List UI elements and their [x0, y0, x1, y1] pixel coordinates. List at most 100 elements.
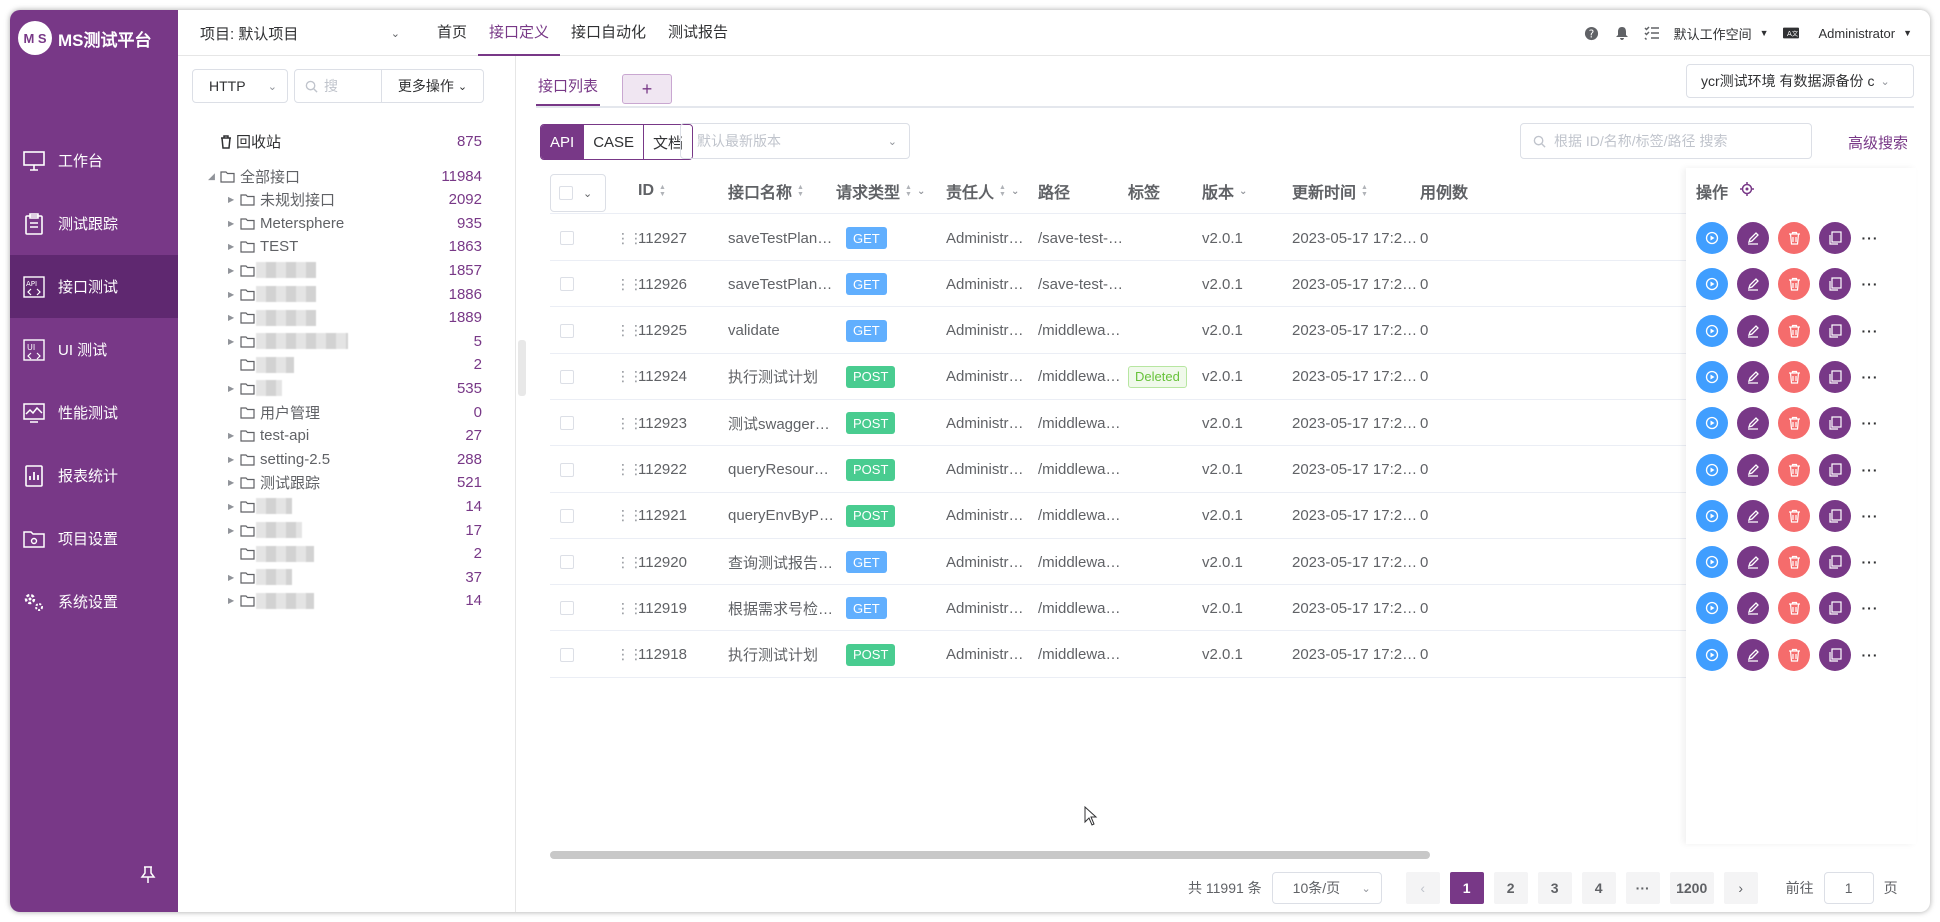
tree-node[interactable]: ▶ setting-2.5 288 — [178, 447, 516, 471]
more-icon[interactable]: ··· — [1860, 600, 1880, 616]
more-icon[interactable]: ··· — [1860, 647, 1880, 663]
column-header-updated[interactable]: 更新时间 ▲ ▼ — [1292, 168, 1368, 214]
copy-icon[interactable] — [1819, 222, 1851, 254]
page-button[interactable]: ··· — [1625, 872, 1660, 904]
version-select[interactable]: 默认最新版本 ⌄ — [680, 123, 910, 159]
column-header-id[interactable]: ID ▲ ▼ — [638, 168, 666, 214]
tree-node[interactable]: 用户管理 0 — [178, 400, 516, 424]
column-header-method[interactable]: 请求类型 ▲ ▼ ⌄ — [836, 168, 925, 214]
run-icon[interactable] — [1696, 592, 1728, 625]
copy-icon[interactable] — [1819, 268, 1851, 301]
cell-name[interactable]: saveTestPlan… — [728, 261, 832, 307]
gear-icon[interactable] — [1740, 181, 1755, 201]
page-button[interactable]: 1 — [1449, 872, 1484, 904]
caret-right-icon[interactable]: ▶ — [228, 455, 238, 464]
column-header-name[interactable]: 接口名称 ▲ ▼ — [728, 168, 804, 214]
horizontal-scrollbar[interactable] — [550, 851, 1430, 859]
api-search-input[interactable]: 根据 ID/名称/标签/路径 搜索 — [1520, 123, 1812, 159]
edit-icon[interactable] — [1737, 546, 1769, 579]
cell-name[interactable]: 测试swagger… — [728, 400, 830, 446]
edit-icon[interactable] — [1737, 407, 1769, 440]
run-icon[interactable] — [1696, 407, 1728, 440]
row-checkbox[interactable] — [560, 462, 574, 477]
top-menu-item-2[interactable]: 接口自动化 — [560, 10, 657, 56]
copy-icon[interactable] — [1819, 360, 1851, 393]
sidebar-item-0[interactable]: 工作台 — [10, 129, 178, 192]
caret-right-icon[interactable]: ▶ — [228, 242, 238, 251]
add-tab-button[interactable]: + — [622, 74, 672, 104]
edit-icon[interactable] — [1737, 360, 1769, 393]
caret-right-icon[interactable]: ▶ — [228, 384, 238, 393]
copy-icon[interactable] — [1819, 546, 1851, 579]
sort-icon[interactable]: ▲ ▼ — [1361, 184, 1368, 198]
tree-node[interactable]: ▶ test-api 27 — [178, 424, 516, 448]
environment-select[interactable]: ycr测试环境 有数据源备份 c ⌄ — [1686, 64, 1914, 98]
copy-icon[interactable] — [1819, 407, 1851, 440]
edit-icon[interactable] — [1737, 638, 1769, 671]
tree-node[interactable]: ▶ 17 — [178, 518, 516, 542]
run-icon[interactable] — [1696, 268, 1728, 301]
delete-icon[interactable] — [1778, 407, 1810, 440]
tree-node[interactable]: 2 — [178, 353, 516, 377]
page-button[interactable]: 1200 — [1669, 872, 1714, 904]
more-icon[interactable]: ··· — [1860, 323, 1880, 339]
caret-right-icon[interactable]: ▶ — [228, 573, 238, 582]
caret-right-icon[interactable]: ▶ — [228, 526, 238, 535]
logo[interactable]: M S MS测试平台 — [18, 18, 152, 58]
caret-right-icon[interactable]: ▶ — [228, 596, 238, 605]
row-checkbox[interactable] — [560, 369, 574, 384]
delete-icon[interactable] — [1778, 360, 1810, 393]
mode-case-button[interactable]: CASE — [584, 125, 645, 159]
caret-right-icon[interactable]: ▶ — [228, 266, 238, 275]
more-icon[interactable]: ··· — [1860, 369, 1880, 385]
sidebar-item-6[interactable]: 项目设置 — [10, 507, 178, 570]
tree-node[interactable]: 2 — [178, 542, 516, 566]
tree-node[interactable]: ▶ 5 — [178, 329, 516, 353]
row-checkbox[interactable] — [560, 231, 574, 245]
sidebar-item-4[interactable]: 性能测试 — [10, 381, 178, 444]
tree-node[interactable]: ▶ 未规划接口 2092 — [178, 188, 516, 212]
row-checkbox[interactable] — [560, 647, 574, 662]
column-header-path[interactable]: 路径 — [1038, 168, 1070, 214]
workspace-select[interactable]: 默认工作空间 ▼ — [1674, 24, 1769, 43]
top-menu-item-3[interactable]: 测试报告 — [657, 10, 739, 56]
edit-icon[interactable] — [1737, 314, 1769, 347]
sidebar-item-7[interactable]: 系统设置 — [10, 570, 178, 633]
more-icon[interactable]: ··· — [1860, 508, 1880, 524]
sort-icon[interactable]: ▲ ▼ — [659, 184, 666, 198]
sort-icon[interactable]: ▲ ▼ — [905, 184, 912, 198]
select-all-dropdown[interactable]: ⌄ — [550, 174, 606, 212]
copy-icon[interactable] — [1819, 638, 1851, 671]
caret-right-icon[interactable]: ▶ — [228, 431, 238, 440]
delete-icon[interactable] — [1778, 499, 1810, 532]
cell-name[interactable]: queryEnvByP… — [728, 493, 834, 539]
page-size-select[interactable]: 10条/页 ⌄ — [1271, 872, 1382, 904]
page-button[interactable]: 4 — [1581, 872, 1616, 904]
column-header-version[interactable]: 版本 ⌄ — [1202, 168, 1247, 214]
column-header-tag[interactable]: 标签 — [1128, 168, 1160, 214]
caret-right-icon[interactable]: ▶ — [228, 478, 238, 487]
delete-icon[interactable] — [1778, 546, 1810, 579]
run-icon[interactable] — [1696, 360, 1728, 393]
caret-down-icon[interactable]: ◢ — [208, 171, 218, 182]
more-icon[interactable]: ··· — [1860, 276, 1880, 292]
run-icon[interactable] — [1696, 222, 1728, 254]
run-icon[interactable] — [1696, 499, 1728, 532]
delete-icon[interactable] — [1778, 592, 1810, 625]
row-checkbox[interactable] — [560, 508, 574, 523]
caret-right-icon[interactable]: ▶ — [228, 337, 238, 346]
select-all-checkbox[interactable] — [559, 186, 573, 200]
sidebar-item-1[interactable]: 测试跟踪 — [10, 192, 178, 255]
edit-icon[interactable] — [1737, 453, 1769, 486]
tab-api-list[interactable]: 接口列表 — [536, 68, 601, 106]
goto-page-input[interactable]: 1 — [1823, 872, 1874, 904]
copy-icon[interactable] — [1819, 592, 1851, 625]
user-menu[interactable]: Administrator ▼ — [1819, 26, 1913, 41]
column-header-owner[interactable]: 责任人 ▲ ▼ ⌄ — [946, 168, 1019, 214]
sort-icon[interactable]: ▲ ▼ — [797, 184, 804, 198]
cell-name[interactable]: 执行测试计划 — [728, 632, 818, 678]
delete-icon[interactable] — [1778, 222, 1810, 254]
more-icon[interactable]: ··· — [1860, 415, 1880, 431]
copy-icon[interactable] — [1819, 314, 1851, 347]
row-checkbox[interactable] — [560, 323, 574, 338]
